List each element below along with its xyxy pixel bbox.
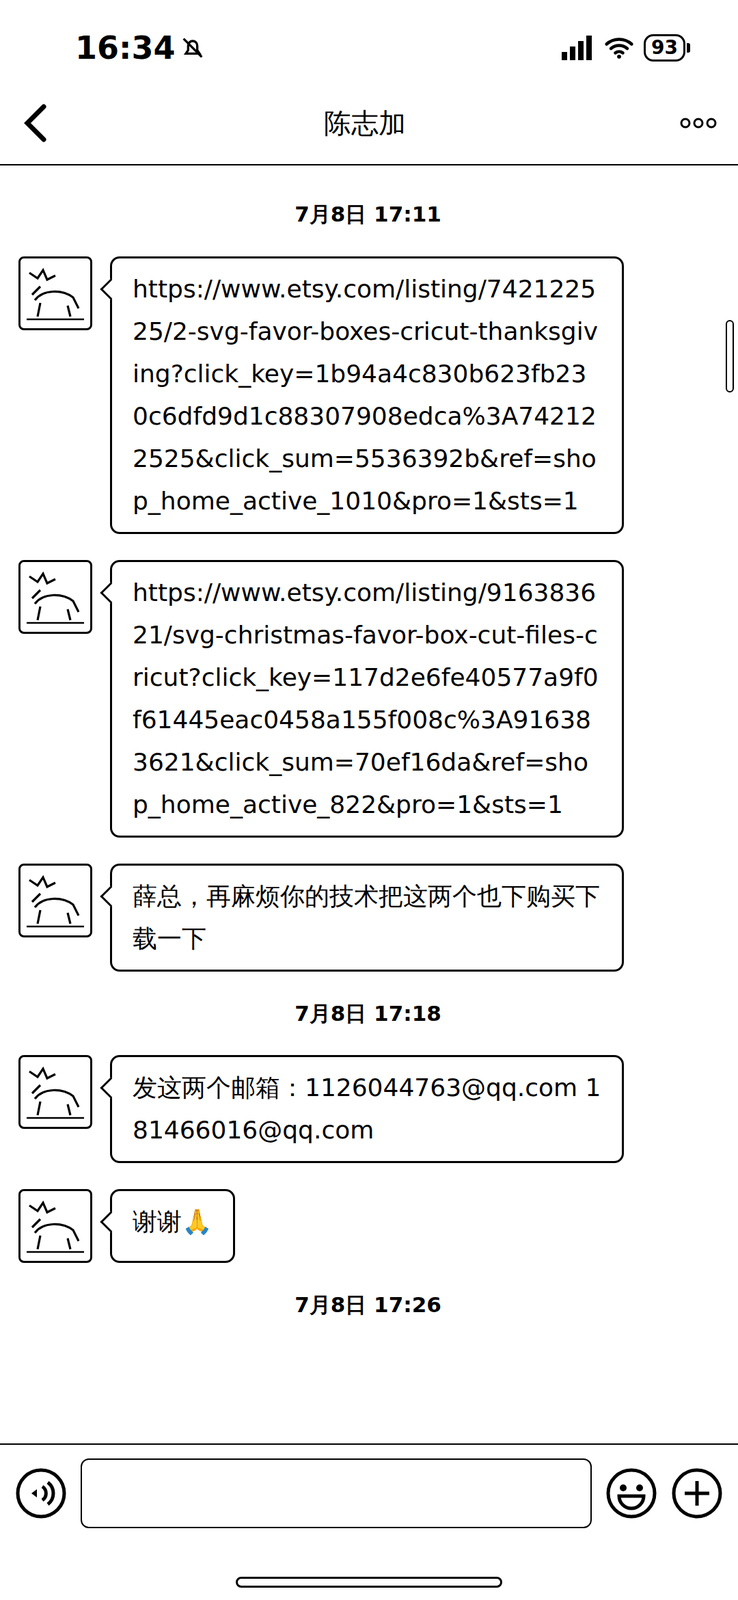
clock: 16:34 — [75, 24, 175, 72]
status-bar: 16:34 93 — [0, 0, 738, 82]
bubble-tail — [99, 278, 121, 300]
bubble-tail — [99, 1210, 121, 1232]
message-text: 薛总，再麻烦你的技术把这两个也下购买下载一下 — [132, 881, 600, 952]
bubble-tail — [99, 581, 121, 603]
message-bubble[interactable]: 薛总，再麻烦你的技术把这两个也下购买下载一下 — [110, 863, 624, 972]
voice-icon[interactable] — [15, 1466, 67, 1519]
input-bar — [0, 1442, 738, 1599]
plus-icon[interactable] — [671, 1466, 723, 1519]
avatar[interactable] — [18, 256, 93, 331]
message-text: https://www.etsy.com/listing/742122525/2… — [132, 274, 598, 515]
bubble-tail — [99, 1076, 121, 1098]
bell-slash-icon — [179, 34, 207, 62]
message-row: 发这两个邮箱：1126044763@qq.com 181466016@qq.co… — [18, 1054, 718, 1163]
timestamp-text: 7月8日 17:18 — [294, 996, 442, 1030]
timestamp: 7月8日 17:26 — [18, 1288, 718, 1321]
contact-name: 陈志加 — [323, 102, 406, 144]
message-row: 薛总，再麻烦你的技术把这两个也下购买下载一下 — [18, 863, 718, 972]
timestamp-text: 7月8日 17:26 — [294, 1288, 442, 1321]
home-indicator[interactable] — [235, 1575, 503, 1587]
avatar[interactable] — [18, 863, 93, 937]
chat-header: 陈志加 — [0, 82, 738, 166]
message-row: 谢谢🙏 — [18, 1188, 718, 1263]
message-bubble[interactable]: https://www.etsy.com/listing/916383621/s… — [110, 559, 624, 838]
message-text: 发这两个邮箱：1126044763@qq.com 181466016@qq.co… — [132, 1072, 601, 1144]
message-bubble[interactable]: 发这两个邮箱：1126044763@qq.com 181466016@qq.co… — [110, 1054, 624, 1163]
message-row: https://www.etsy.com/listing/742122525/2… — [18, 256, 718, 534]
message-bubble[interactable]: 谢谢🙏 — [110, 1188, 236, 1263]
signal-icon — [560, 35, 595, 61]
avatar[interactable] — [18, 1054, 93, 1129]
message-text: https://www.etsy.com/listing/916383621/s… — [132, 578, 599, 818]
avatar[interactable] — [18, 1188, 93, 1263]
timestamp-text: 7月8日 17:11 — [294, 198, 442, 231]
avatar[interactable] — [18, 559, 93, 634]
message-list: 7月8日 17:11 https://www.etsy.com/listing/7… — [0, 165, 738, 1443]
battery-icon: 93 — [643, 34, 691, 62]
emoji-icon[interactable] — [605, 1466, 658, 1519]
timestamp: 7月8日 17:18 — [18, 996, 718, 1030]
scrollbar[interactable] — [725, 319, 734, 393]
more-icon[interactable] — [679, 114, 718, 132]
timestamp: 7月8日 17:11 — [18, 198, 718, 231]
message-text: 谢谢🙏 — [132, 1206, 213, 1235]
wifi-icon — [604, 35, 635, 61]
bubble-tail — [99, 884, 121, 907]
message-row: https://www.etsy.com/listing/916383621/s… — [18, 559, 718, 838]
message-bubble[interactable]: https://www.etsy.com/listing/742122525/2… — [110, 256, 624, 534]
back-icon[interactable] — [20, 102, 51, 144]
battery-level: 93 — [651, 38, 678, 58]
message-input[interactable] — [80, 1457, 592, 1528]
